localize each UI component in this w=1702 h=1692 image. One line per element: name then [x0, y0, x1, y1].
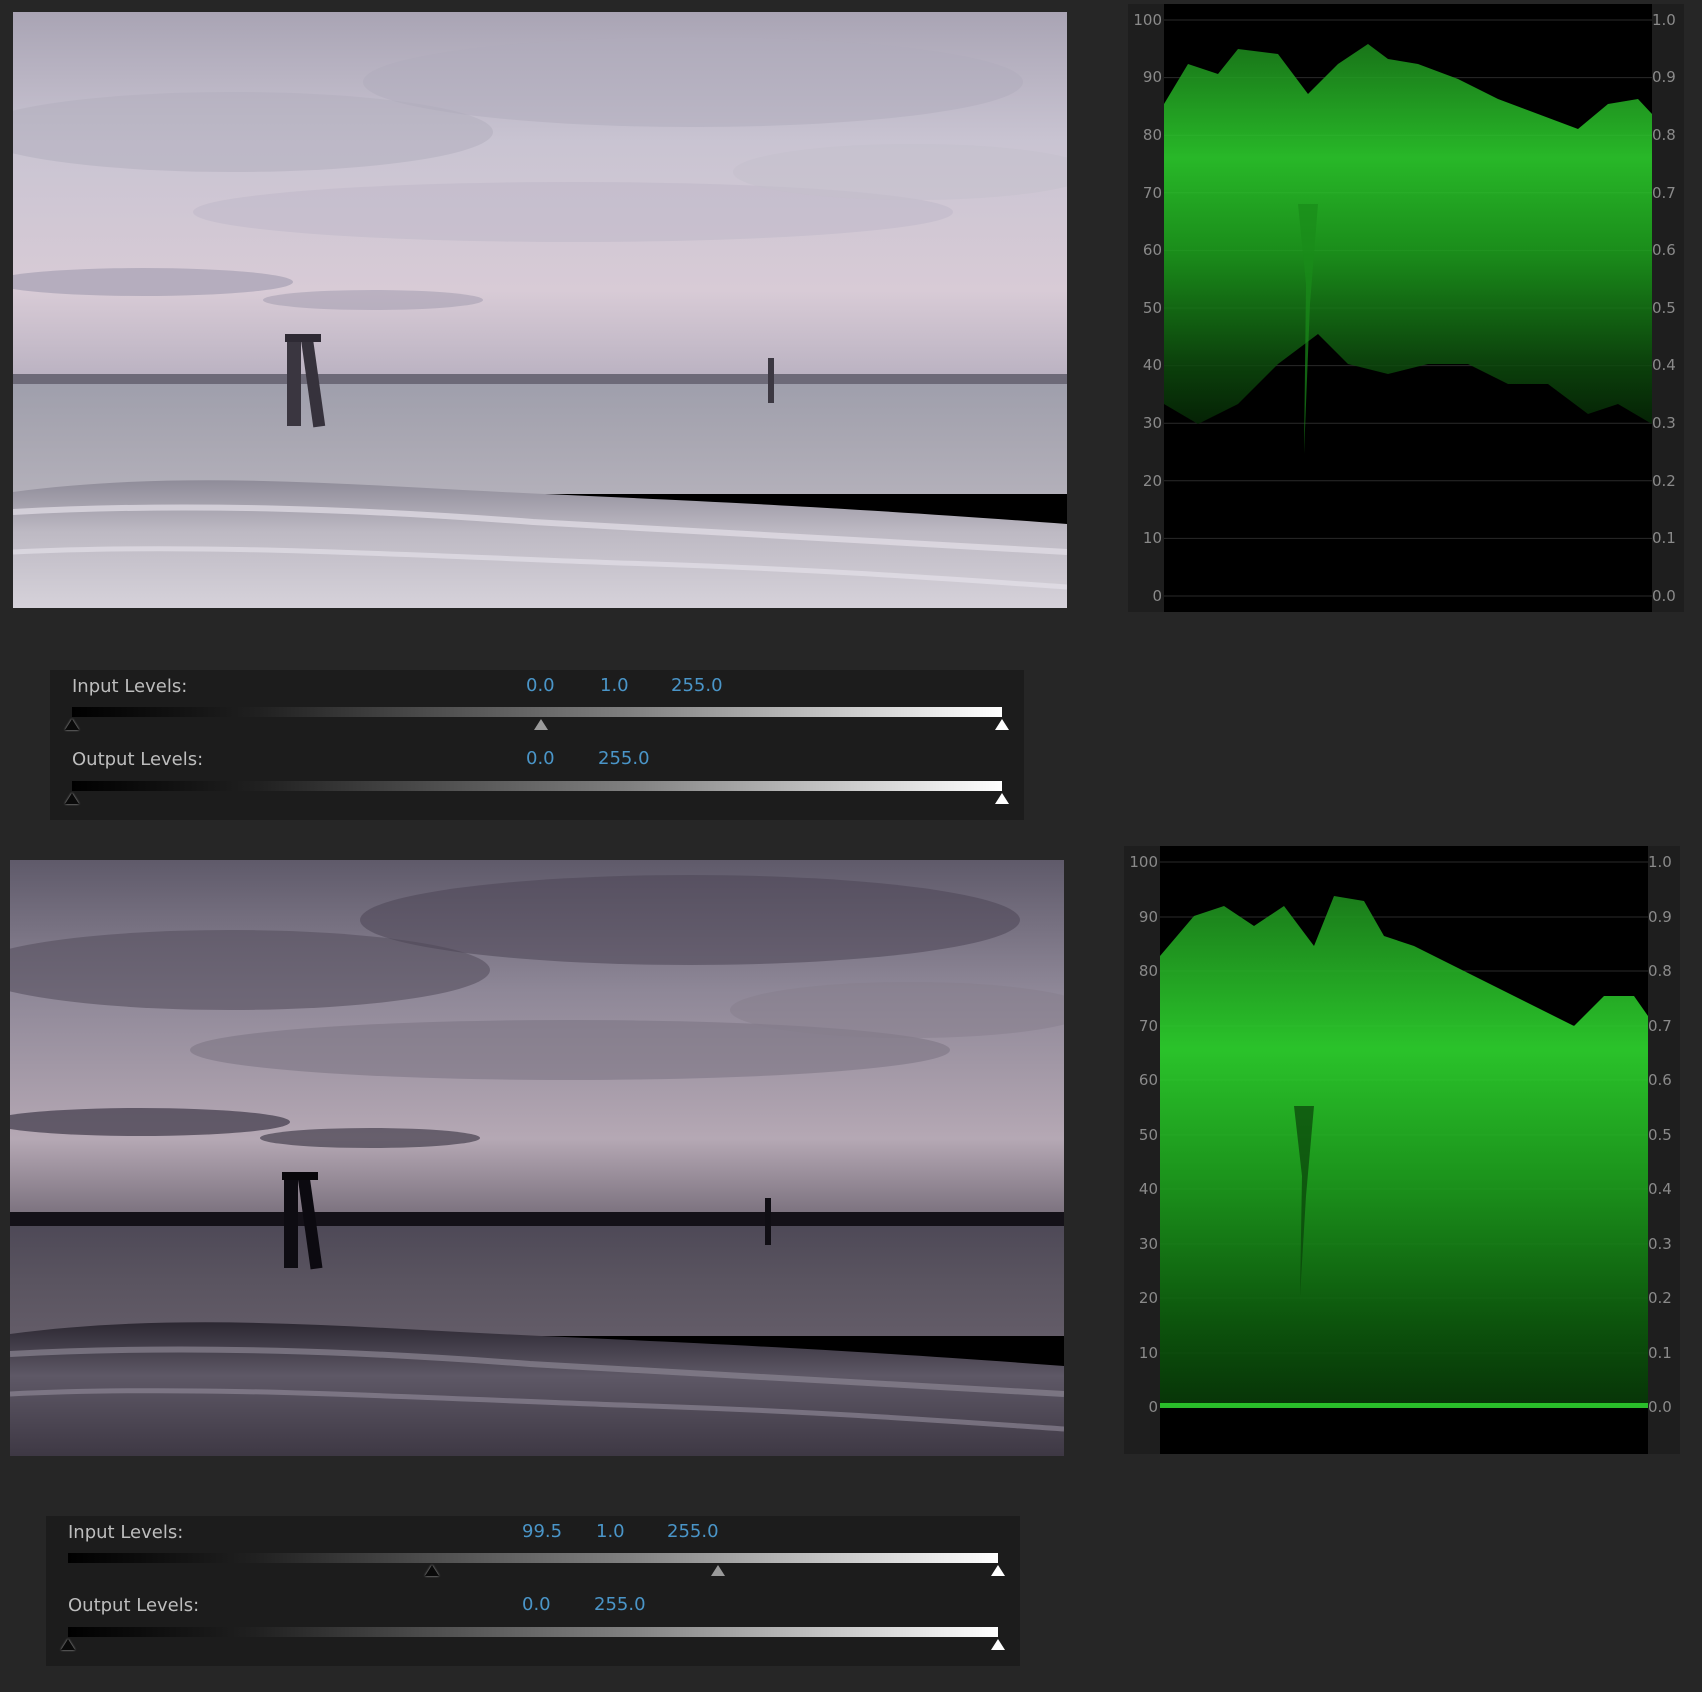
- input-gamma-handle[interactable]: [711, 1565, 725, 1576]
- input-gamma-value[interactable]: 1.0: [596, 1521, 625, 1542]
- scope-tick-ire: 90: [1142, 68, 1162, 86]
- scope-tick-volts: 0.7: [1648, 1017, 1672, 1035]
- input-levels-ramp: [72, 707, 1002, 717]
- input-white-value[interactable]: 255.0: [671, 675, 723, 696]
- scope-tick-volts: 0.5: [1652, 299, 1676, 317]
- scope-tick-volts: 0.5: [1648, 1126, 1672, 1144]
- scope-tick-ire: 30: [1138, 1235, 1158, 1253]
- scope-tick-volts: 0.7: [1652, 184, 1676, 202]
- scope-tick-volts: 0.0: [1652, 587, 1676, 605]
- scope-tick-volts: 0.8: [1648, 962, 1672, 980]
- output-black-handle[interactable]: [65, 793, 79, 804]
- levels-panel-original: Input Levels: 0.0 1.0 255.0 Output Level…: [50, 670, 1024, 820]
- levels-panel-adjusted: Input Levels: 99.5 1.0 255.0 Output Leve…: [46, 1516, 1020, 1666]
- scope-tick-ire: 40: [1138, 1180, 1158, 1198]
- output-levels-ramp: [72, 781, 1002, 791]
- scope-tick-ire: 60: [1138, 1071, 1158, 1089]
- scope-tick-volts: 0.1: [1652, 529, 1676, 547]
- output-levels-label: Output Levels:: [68, 1595, 200, 1616]
- scope-tick-ire: 0: [1148, 1398, 1158, 1416]
- output-black-value[interactable]: 0.0: [522, 1594, 551, 1615]
- input-black-handle[interactable]: [425, 1565, 439, 1576]
- seascape-image: [10, 860, 1064, 1456]
- scope-tick-volts: 0.0: [1648, 1398, 1672, 1416]
- levels-comparison-before: 100 90 80 70 60 50 40 30 20 10 0 1.0 0.9…: [0, 0, 1702, 846]
- waveform-scope-original: 100 90 80 70 60 50 40 30 20 10 0 1.0 0.9…: [1128, 4, 1684, 612]
- input-white-handle[interactable]: [991, 1565, 1005, 1576]
- input-black-value[interactable]: 0.0: [526, 675, 555, 696]
- scope-tick-volts: 0.6: [1652, 241, 1676, 259]
- scope-tick-ire: 70: [1142, 184, 1162, 202]
- scope-tick-volts: 1.0: [1648, 853, 1672, 871]
- input-white-value[interactable]: 255.0: [667, 1521, 719, 1542]
- scope-tick-volts: 0.4: [1652, 356, 1676, 374]
- scope-tick-ire: 50: [1142, 299, 1162, 317]
- scope-tick-ire: 100: [1133, 11, 1162, 29]
- scope-tick-ire: 10: [1138, 1344, 1158, 1362]
- input-levels-ramp: [68, 1553, 998, 1563]
- input-gamma-value[interactable]: 1.0: [600, 675, 629, 696]
- seascape-image: [13, 12, 1067, 608]
- input-levels-label: Input Levels:: [72, 676, 188, 697]
- scope-tick-ire: 80: [1142, 126, 1162, 144]
- scope-tick-ire: 70: [1138, 1017, 1158, 1035]
- waveform-display: [1164, 4, 1652, 612]
- scope-tick-volts: 0.3: [1648, 1235, 1672, 1253]
- video-preview-original: [13, 12, 1067, 608]
- output-white-handle[interactable]: [995, 793, 1009, 804]
- scope-tick-volts: 1.0: [1652, 11, 1676, 29]
- scope-tick-volts: 0.9: [1648, 908, 1672, 926]
- waveform-display: [1160, 846, 1648, 1454]
- output-white-handle[interactable]: [991, 1639, 1005, 1650]
- output-white-value[interactable]: 255.0: [594, 1594, 646, 1615]
- scope-tick-ire: 30: [1142, 414, 1162, 432]
- scope-tick-ire: 60: [1142, 241, 1162, 259]
- output-levels-ramp: [68, 1627, 998, 1637]
- scope-tick-ire: 80: [1138, 962, 1158, 980]
- waveform-scope-adjusted: 100 90 80 70 60 50 40 30 20 10 0 1.0 0.9…: [1124, 846, 1680, 1454]
- input-black-handle[interactable]: [65, 719, 79, 730]
- scope-tick-ire: 40: [1142, 356, 1162, 374]
- output-black-handle[interactable]: [61, 1639, 75, 1650]
- scope-tick-volts: 0.6: [1648, 1071, 1672, 1089]
- levels-comparison-after: 100 90 80 70 60 50 40 30 20 10 0 1.0 0.9…: [0, 846, 1702, 1692]
- scope-tick-ire: 0: [1152, 587, 1162, 605]
- video-preview-adjusted: [10, 860, 1064, 1456]
- output-levels-label: Output Levels:: [72, 749, 204, 770]
- scope-tick-volts: 0.2: [1648, 1289, 1672, 1307]
- input-black-value[interactable]: 99.5: [522, 1521, 562, 1542]
- input-white-handle[interactable]: [995, 719, 1009, 730]
- scope-tick-volts: 0.4: [1648, 1180, 1672, 1198]
- scope-tick-ire: 90: [1138, 908, 1158, 926]
- scope-tick-volts: 0.8: [1652, 126, 1676, 144]
- scope-tick-volts: 0.9: [1652, 68, 1676, 86]
- scope-tick-volts: 0.3: [1652, 414, 1676, 432]
- output-black-value[interactable]: 0.0: [526, 748, 555, 769]
- input-levels-label: Input Levels:: [68, 1522, 184, 1543]
- scope-tick-ire: 50: [1138, 1126, 1158, 1144]
- scope-tick-ire: 100: [1129, 853, 1158, 871]
- scope-tick-ire: 20: [1138, 1289, 1158, 1307]
- output-white-value[interactable]: 255.0: [598, 748, 650, 769]
- scope-tick-volts: 0.1: [1648, 1344, 1672, 1362]
- scope-tick-ire: 10: [1142, 529, 1162, 547]
- input-gamma-handle[interactable]: [534, 719, 548, 730]
- scope-tick-ire: 20: [1142, 472, 1162, 490]
- scope-tick-volts: 0.2: [1652, 472, 1676, 490]
